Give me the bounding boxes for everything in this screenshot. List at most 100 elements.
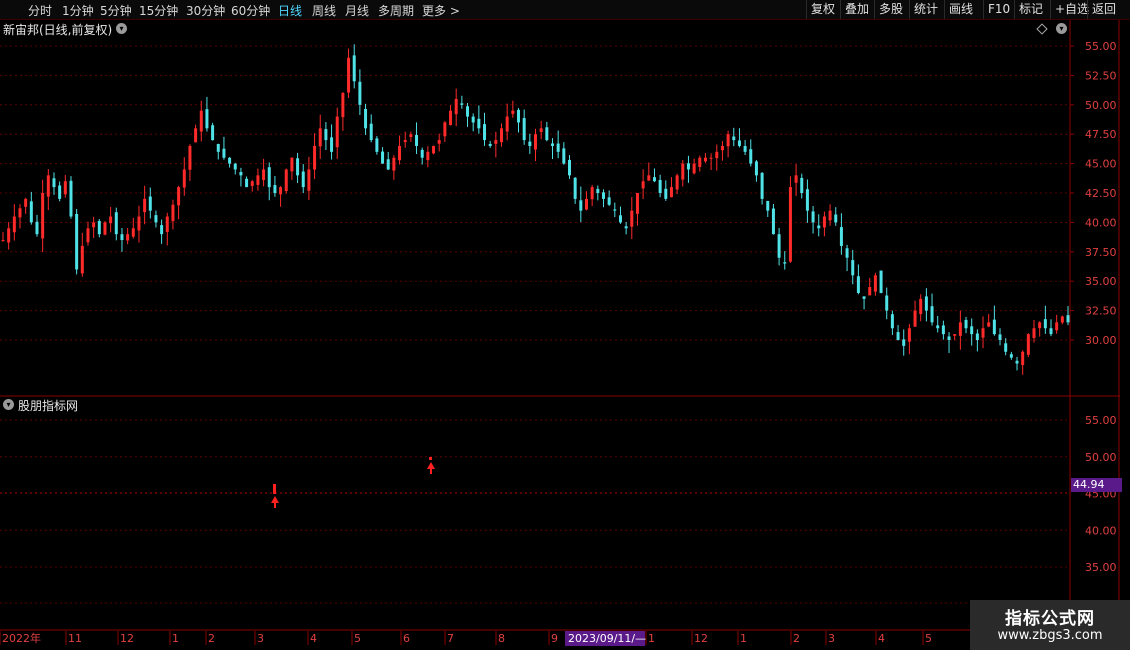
candle-body — [924, 296, 928, 311]
candle-body — [358, 81, 362, 105]
y-tick-label: 55.00 — [1085, 40, 1117, 53]
candle-body — [505, 116, 509, 132]
candle-body — [1015, 360, 1019, 364]
candle-body — [630, 210, 634, 227]
candle-body — [766, 200, 770, 211]
candle-body — [720, 145, 724, 151]
x-tick-label: 11 — [68, 632, 82, 645]
candle-body — [375, 138, 379, 152]
toolbar-button-1[interactable]: 叠加 — [840, 0, 873, 19]
candle-body — [839, 227, 843, 246]
candle-body — [313, 145, 317, 170]
x-tick-label: 4 — [310, 632, 317, 645]
candle-body — [324, 129, 328, 141]
candle-body — [97, 220, 101, 235]
candle-body — [715, 151, 719, 159]
candle-body — [177, 187, 181, 206]
candle-body — [737, 140, 741, 146]
candle-body — [46, 175, 50, 197]
candle-body — [771, 208, 775, 235]
period-tab-6[interactable]: 日线 — [278, 2, 302, 19]
candle-body — [607, 197, 611, 205]
diamond-icon[interactable] — [1036, 23, 1048, 35]
candle-body — [647, 175, 651, 181]
candle-body — [188, 145, 192, 170]
period-tab-5[interactable]: 60分钟 — [231, 2, 270, 19]
candle-body — [1026, 334, 1030, 355]
x-tick-label: 12 — [120, 632, 134, 645]
candle-body — [364, 109, 368, 129]
candle-body — [800, 177, 804, 193]
candle-body — [975, 333, 979, 340]
x-tick-label: 7 — [447, 632, 454, 645]
toolbar-button-4[interactable]: 画线 — [944, 0, 977, 19]
period-tab-7[interactable]: 周线 — [312, 2, 336, 19]
toolbar-button-8[interactable]: 返回 — [1087, 0, 1120, 19]
watermark-url: www.zbgs3.com — [997, 628, 1103, 643]
candle-body — [562, 148, 566, 164]
period-tab-8[interactable]: 月线 — [345, 2, 369, 19]
candle-body — [29, 201, 33, 223]
candle-body — [539, 128, 543, 132]
candle-body — [137, 216, 141, 231]
candle-body — [35, 221, 39, 235]
candle-body — [522, 118, 526, 141]
candle-body — [228, 157, 232, 164]
x-tick-label: 12 — [694, 632, 708, 645]
period-tab-3[interactable]: 15分钟 — [139, 2, 178, 19]
period-tab-10[interactable]: 更多 > — [422, 2, 460, 19]
candle-body — [222, 148, 226, 158]
candle-body — [517, 109, 521, 123]
candle-body — [398, 145, 402, 161]
panel-collapse-icon[interactable]: ▾ — [116, 23, 127, 34]
y-tick-label: 40.00 — [1085, 524, 1117, 537]
candle-body — [743, 145, 747, 152]
y-tick-label: 32.50 — [1085, 305, 1117, 318]
candle-body — [148, 196, 152, 211]
indicator-collapse-icon[interactable]: ▾ — [3, 399, 14, 410]
x-tick-label: 2022年 — [2, 631, 41, 645]
candle-body — [80, 245, 84, 274]
period-tab-2[interactable]: 5分钟 — [100, 2, 132, 19]
candle-body — [703, 157, 707, 162]
candle-body — [1032, 328, 1036, 338]
candle-body — [584, 198, 588, 210]
y-tick-label: 55.00 — [1085, 414, 1117, 427]
period-tab-9[interactable]: 多周期 — [378, 2, 414, 19]
candle-body — [245, 178, 249, 188]
candle-body — [500, 128, 504, 143]
candle-body — [233, 163, 237, 170]
candle-body — [777, 234, 781, 258]
x-tick-label: 5 — [925, 632, 932, 645]
toolbar-button-2[interactable]: 多股 — [874, 0, 907, 19]
candle-body — [160, 225, 164, 235]
candle-body — [811, 211, 815, 223]
chart-area[interactable]: 55.00 52.50 50.00 47.50 45.00 42.50 40.00 37.50… — [0, 0, 1130, 650]
period-tab-0[interactable]: 分时 — [28, 2, 52, 19]
candle-body — [992, 319, 996, 335]
candle-body — [1055, 322, 1059, 331]
toolbar-button-0[interactable]: 复权 — [806, 0, 839, 19]
x-tick-label: 1 — [648, 632, 655, 645]
candle-body — [760, 172, 764, 199]
candle-body — [652, 177, 656, 182]
candle-body — [239, 172, 243, 176]
candle-body — [675, 175, 679, 190]
toolbar-button-5[interactable]: F10 — [983, 0, 1014, 19]
toolbar-button-3[interactable]: 统计 — [909, 0, 942, 19]
period-tab-4[interactable]: 30分钟 — [186, 2, 225, 19]
candle-body — [907, 328, 911, 342]
candle-body — [126, 234, 130, 241]
candle-body — [567, 159, 571, 176]
x-tick-label: 4 — [878, 632, 885, 645]
candle-body — [641, 181, 645, 189]
candle-body — [432, 145, 436, 154]
panel-menu-icon[interactable]: ▾ — [1056, 23, 1067, 34]
candle-body — [556, 143, 560, 152]
toolbar-button-6[interactable]: 标记 — [1014, 0, 1047, 19]
x-tick-label: 2 — [793, 632, 800, 645]
y-tick-label: 30.00 — [1085, 334, 1117, 347]
candle-body — [1060, 316, 1064, 323]
candle-body — [953, 334, 957, 336]
period-tab-1[interactable]: 1分钟 — [62, 2, 94, 19]
